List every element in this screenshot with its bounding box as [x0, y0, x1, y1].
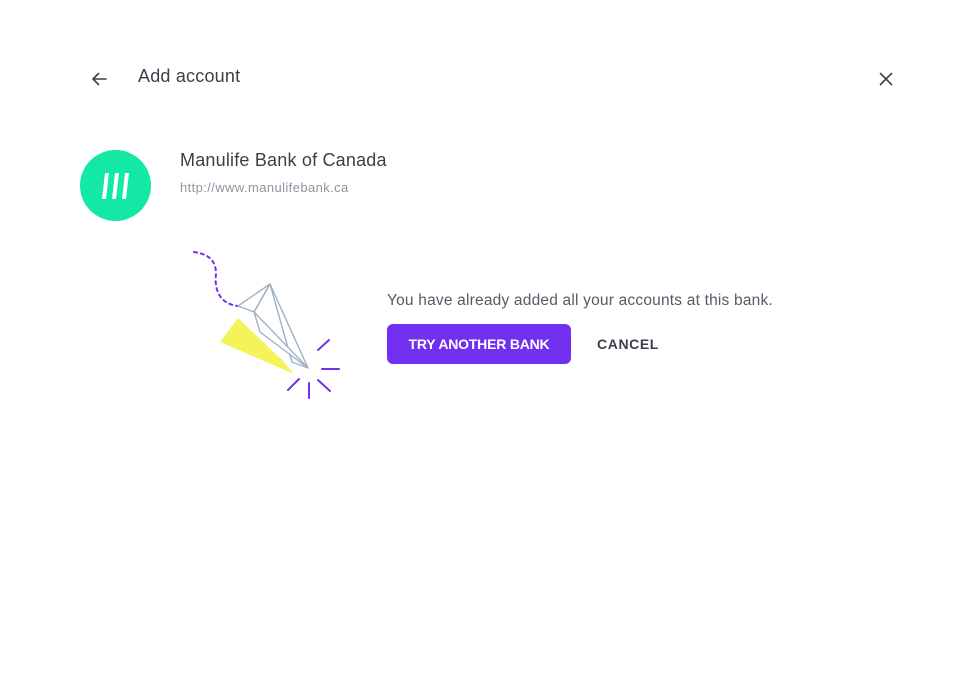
- try-another-bank-button[interactable]: TRY ANOTHER BANK: [387, 324, 571, 364]
- manulife-logo-icon: [101, 172, 129, 199]
- status-message: You have already added all your accounts…: [387, 292, 773, 309]
- bank-logo: [80, 150, 151, 221]
- page-title: Add account: [138, 66, 241, 86]
- cancel-button[interactable]: CANCEL: [588, 324, 668, 364]
- arrow-left-icon: [92, 72, 107, 86]
- bank-url: http://www.manulifebank.ca: [180, 180, 349, 195]
- back-button[interactable]: [86, 66, 112, 92]
- header: Add account: [0, 0, 968, 120]
- close-icon: [879, 72, 893, 86]
- bank-name: Manulife Bank of Canada: [180, 150, 387, 170]
- close-button[interactable]: [873, 66, 899, 92]
- add-account-page: Add account Manulife Bank of Canada http…: [0, 0, 968, 699]
- paper-plane-illustration: [193, 251, 340, 399]
